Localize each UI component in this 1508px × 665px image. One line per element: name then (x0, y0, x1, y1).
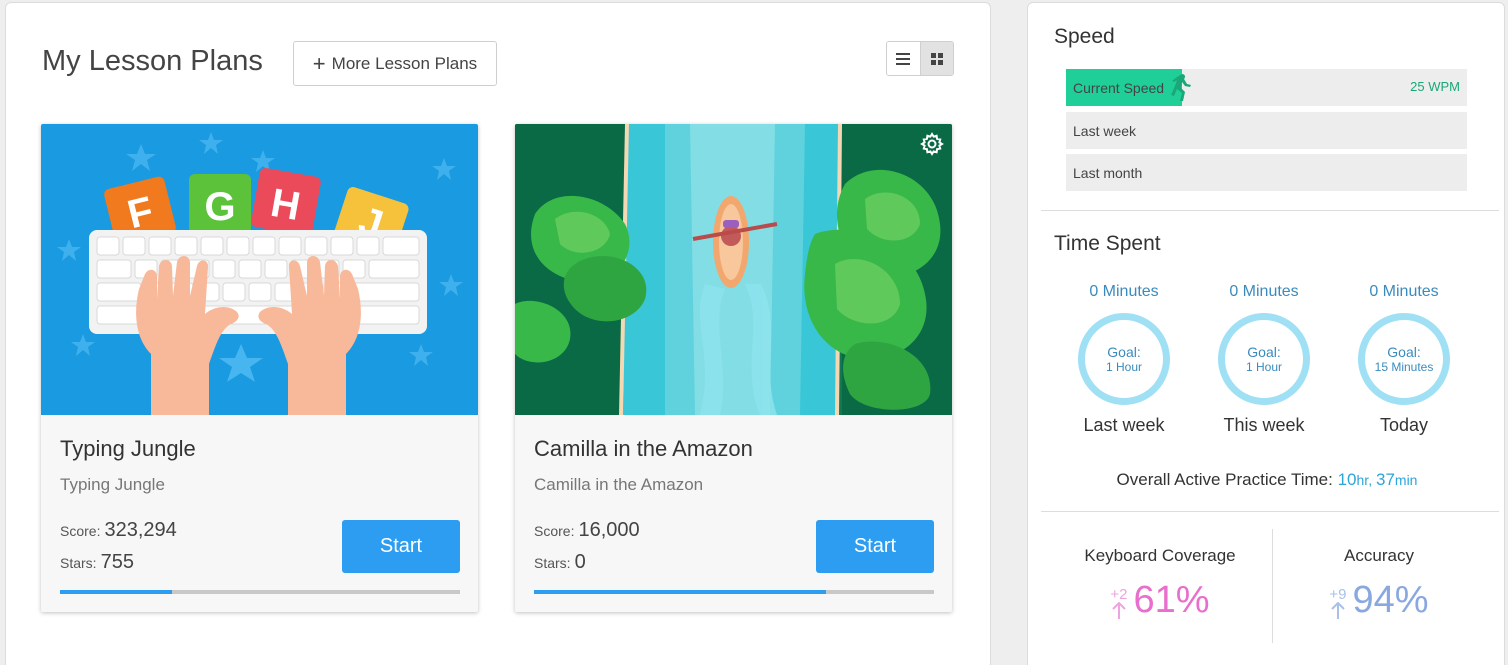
minutes-value: 0 Minutes (1089, 283, 1159, 300)
letter-g: G (204, 185, 235, 229)
stars-row: Stars: 0 (534, 551, 586, 574)
lessons-panel: My Lesson Plans + More Lesson Plans F G … (5, 2, 991, 665)
delta-value: +9 (1329, 586, 1347, 603)
current-speed-bar: Current Speed 25 WPM (1066, 69, 1467, 106)
keyboard-coverage-title: Keyboard Coverage (1084, 546, 1236, 565)
accuracy-title: Accuracy (1344, 546, 1414, 565)
overall-practice-label: Overall Active Practice Time: (1116, 470, 1333, 489)
stars-value: 755 (100, 551, 134, 573)
divider (1041, 210, 1499, 211)
runner-icon (1171, 74, 1191, 101)
goal-value: 1 Hour (1105, 360, 1143, 374)
goal-ring: Goal: 1 Hour (1218, 313, 1310, 405)
lesson-progress-bar (60, 590, 460, 594)
goal-label: Goal: (1107, 344, 1141, 360)
goal-label: Goal: (1247, 344, 1281, 360)
more-lesson-plans-button[interactable]: + More Lesson Plans (293, 41, 497, 86)
lesson-card-typing-jungle[interactable]: F G H J Typing Jungle Typing Jungle Scor… (41, 124, 478, 612)
start-button[interactable]: Start (816, 520, 934, 573)
stars-label: Stars: (60, 555, 97, 571)
time-spent-this-week: 0 Minutes Goal: 1 Hour This week (1194, 283, 1334, 436)
last-week-label: Last week (1073, 123, 1137, 139)
lesson-subtitle: Camilla in the Amazon (534, 475, 704, 494)
current-speed-value: 25 WPM (1410, 79, 1460, 94)
overall-minutes: 37 (1375, 470, 1395, 489)
minutes-value: 0 Minutes (1229, 283, 1299, 300)
arrow-up-icon (1331, 602, 1345, 619)
divider (1041, 511, 1499, 512)
keyboard-coverage-delta: +2 (1110, 586, 1128, 620)
minutes-value: 0 Minutes (1369, 283, 1439, 300)
score-row: Score: 323,294 (60, 519, 177, 542)
river-canoe-illustration (515, 124, 952, 415)
period-label: Today (1379, 415, 1429, 435)
period-label: This week (1223, 415, 1305, 435)
overall-hours-unit: hr (1356, 472, 1369, 488)
last-month-speed-bar: Last month (1066, 154, 1467, 191)
goal-ring: Goal: 15 Minutes (1358, 313, 1450, 405)
time-spent-today: 0 Minutes Goal: 15 Minutes Today (1334, 283, 1474, 436)
view-toggle (886, 41, 954, 76)
current-speed-label: Current Speed (1073, 80, 1165, 96)
plus-icon: + (312, 50, 326, 76)
more-lesson-plans-label: More Lesson Plans (331, 53, 478, 73)
keyboard-coverage: Keyboard Coverage +2 61% (1060, 546, 1260, 620)
stars-label: Stars: (534, 555, 571, 571)
score-label: Score: (60, 523, 101, 539)
lesson-subtitle: Typing Jungle (60, 475, 165, 494)
period-label: Last week (1083, 415, 1165, 435)
page-title: My Lesson Plans (42, 45, 263, 77)
lesson-progress-fill (534, 590, 826, 594)
list-view-button[interactable] (887, 42, 920, 75)
score-value: 323,294 (104, 519, 177, 541)
time-spent-last-week: 0 Minutes Goal: 1 Hour Last week (1054, 283, 1194, 436)
lesson-card-camilla-amazon[interactable]: Camilla in the Amazon Camilla in the Ama… (515, 124, 952, 612)
goal-ring: Goal: 1 Hour (1078, 313, 1170, 405)
stats-panel: Speed Current Speed 25 WPM Last week Las… (1027, 2, 1505, 665)
accuracy-value: 94% (1352, 579, 1429, 621)
lesson-title: Typing Jungle (60, 436, 196, 461)
delta-value: +2 (1110, 586, 1128, 603)
accuracy-delta: +9 (1329, 586, 1347, 620)
keyboard-coverage-value-row: +2 61% (1060, 580, 1260, 620)
accuracy-value-row: +9 94% (1284, 580, 1474, 620)
last-month-label: Last month (1073, 165, 1143, 181)
keyboard-letters-illustration: F G H J (41, 124, 478, 415)
lesson-title: Camilla in the Amazon (534, 436, 753, 461)
overall-hours: 10 (1337, 470, 1357, 489)
metric-divider (1272, 529, 1273, 643)
goal-value: 1 Hour (1245, 360, 1283, 374)
goal-label: Goal: (1387, 344, 1421, 360)
stars-row: Stars: 755 (60, 551, 134, 574)
accuracy: Accuracy +9 94% (1284, 546, 1474, 620)
grid-view-button[interactable] (919, 42, 953, 75)
keyboard-coverage-value: 61% (1133, 579, 1210, 621)
overall-practice-time: Overall Active Practice Time: 10hr, 37mi… (1116, 470, 1418, 489)
lesson-progress-fill (60, 590, 172, 594)
speed-title: Speed (1054, 25, 1115, 48)
gear-icon[interactable] (920, 132, 944, 161)
time-spent-title: Time Spent (1054, 232, 1161, 255)
last-week-speed-bar: Last week (1066, 112, 1467, 149)
score-row: Score: 16,000 (534, 519, 640, 542)
score-value: 16,000 (578, 519, 640, 541)
grid-icon (930, 52, 943, 65)
overall-minutes-unit: min (1394, 472, 1418, 488)
goal-value: 15 Minutes (1374, 360, 1434, 374)
start-button[interactable]: Start (342, 520, 460, 573)
lesson-progress-bar (534, 590, 934, 594)
score-label: Score: (534, 523, 575, 539)
arrow-up-icon (1112, 602, 1126, 619)
list-icon (896, 52, 911, 65)
stars-value: 0 (574, 551, 586, 573)
